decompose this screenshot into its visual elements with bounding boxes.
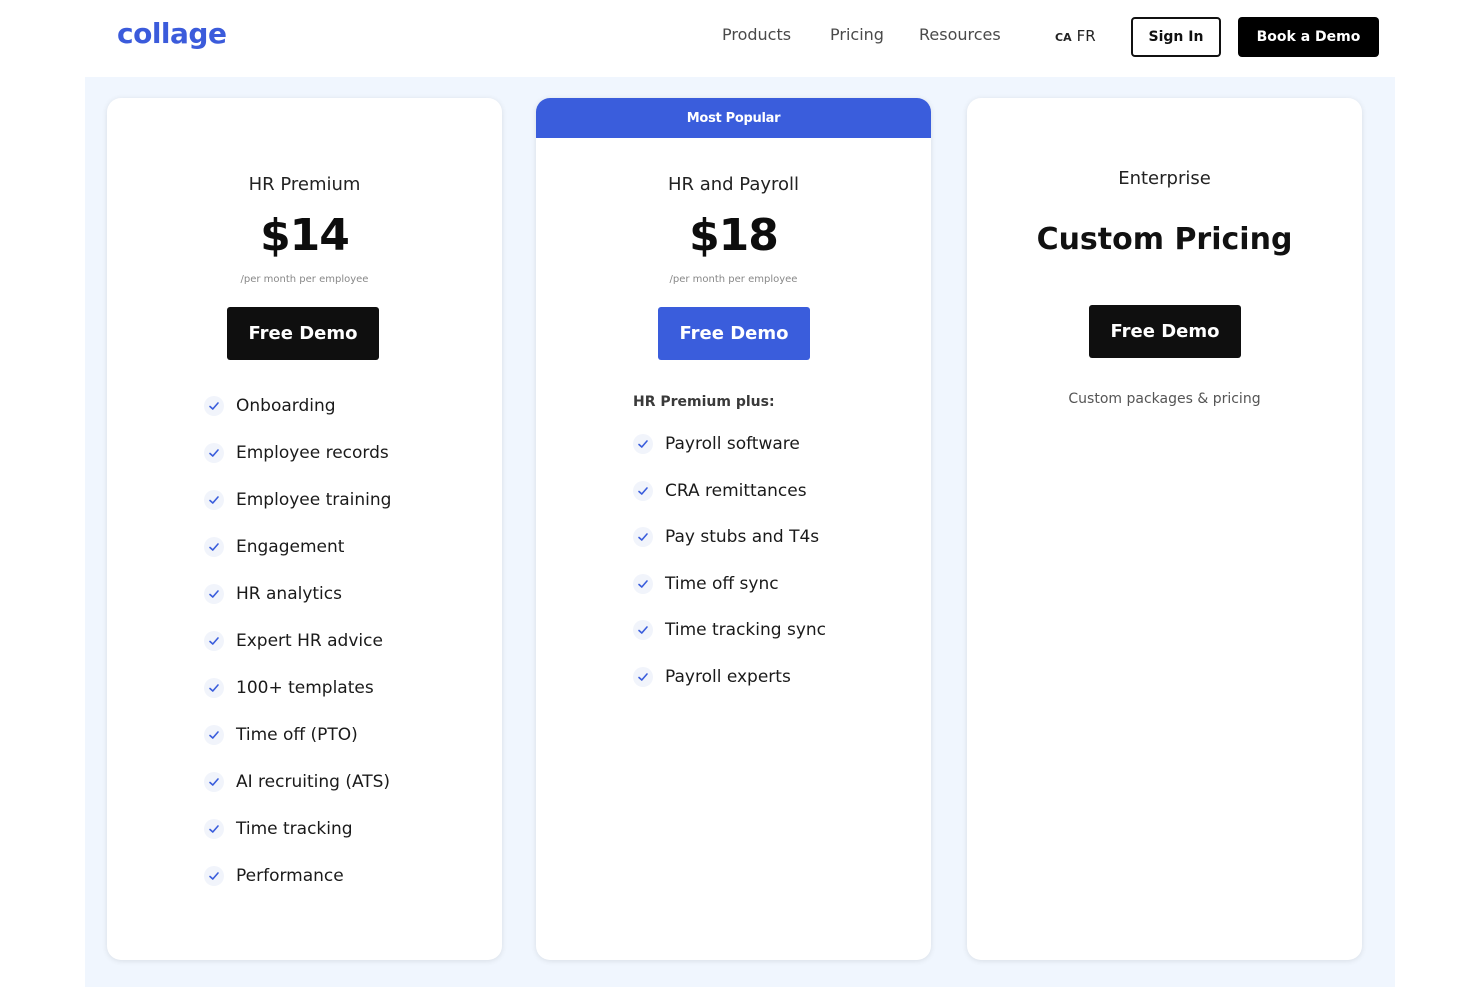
plan-card-hr-and-payroll: Most Popular HR and Payroll $18 /per mon… — [536, 98, 931, 960]
nav-products[interactable]: Products — [722, 25, 791, 44]
feature-item: Engagement — [204, 534, 344, 560]
plan-card-enterprise: Enterprise Custom Pricing Free Demo Cust… — [967, 98, 1362, 960]
feature-item: HR analytics — [204, 581, 342, 607]
feature-label: CRA remittances — [665, 480, 807, 501]
feature-label: AI recruiting (ATS) — [236, 772, 391, 792]
canada-flag-icon: CA — [1055, 31, 1072, 44]
checkmark-icon — [633, 573, 653, 594]
feature-item: Time off (PTO) — [204, 722, 358, 748]
custom-packages-note: Custom packages & pricing — [1068, 391, 1261, 407]
feature-item: CRA remittances — [633, 478, 807, 504]
language-switcher[interactable]: CA FR — [1055, 26, 1096, 45]
free-demo-button[interactable]: Free Demo — [1089, 305, 1241, 358]
feature-label: Time off sync — [665, 573, 779, 594]
feature-label: Employee training — [236, 490, 392, 510]
checkmark-icon — [633, 527, 653, 548]
plan-price: $14 — [260, 210, 350, 261]
feature-label: Performance — [236, 866, 344, 886]
feature-label: Employee records — [236, 443, 389, 463]
feature-label: Payroll software — [665, 434, 800, 454]
checkmark-icon — [204, 443, 224, 463]
sign-in-button[interactable]: Sign In — [1131, 17, 1221, 57]
feature-label: Time tracking — [236, 819, 353, 839]
most-popular-badge: Most Popular — [536, 98, 931, 138]
plan-price: Custom Pricing — [1036, 222, 1293, 257]
feature-label: 100+ templates — [236, 678, 374, 698]
free-demo-button[interactable]: Free Demo — [658, 307, 810, 360]
checkmark-icon — [633, 620, 653, 641]
checkmark-icon — [204, 396, 224, 416]
checkmark-icon — [204, 631, 224, 651]
feature-label: HR analytics — [236, 584, 342, 604]
feature-item: AI recruiting (ATS) — [204, 769, 390, 795]
feature-item: Performance — [204, 863, 344, 889]
checkmark-icon — [633, 434, 653, 454]
checkmark-icon — [204, 584, 224, 604]
checkmark-icon — [204, 819, 224, 839]
feature-item: Employee training — [204, 487, 391, 513]
feature-item: Time tracking sync — [633, 617, 826, 643]
feature-label: Time off (PTO) — [236, 725, 358, 745]
checkmark-icon — [633, 480, 653, 501]
free-demo-button[interactable]: Free Demo — [227, 307, 379, 360]
feature-label: Onboarding — [236, 396, 336, 416]
plan-card-hr-premium: HR Premium $14 /per month per employee F… — [107, 98, 502, 960]
feature-item: Pay stubs and T4s — [633, 524, 819, 550]
feature-item: Expert HR advice — [204, 628, 383, 654]
feature-item: 100+ templates — [204, 675, 374, 701]
feature-item: Time off sync — [633, 571, 779, 597]
language-code: FR — [1076, 27, 1096, 45]
plan-price: $18 — [689, 210, 779, 261]
feature-item: Employee records — [204, 440, 389, 466]
feature-label: Expert HR advice — [236, 631, 383, 651]
nav-pricing[interactable]: Pricing — [830, 25, 884, 44]
checkmark-icon — [204, 537, 224, 557]
checkmark-icon — [204, 490, 224, 510]
plan-name: Enterprise — [1118, 168, 1211, 189]
plan-name: HR Premium — [248, 174, 361, 195]
checkmark-icon — [204, 866, 224, 886]
checkmark-icon — [204, 772, 224, 792]
feature-item: Payroll software — [633, 431, 800, 457]
feature-label: Payroll experts — [665, 667, 791, 687]
feature-label: Time tracking sync — [665, 620, 827, 641]
checkmark-icon — [204, 678, 224, 698]
plan-price-subtitle: /per month per employee — [669, 274, 798, 285]
feature-label: Pay stubs and T4s — [665, 527, 820, 548]
plan-price-subtitle: /per month per employee — [240, 274, 369, 285]
plan-name: HR and Payroll — [667, 174, 800, 195]
book-demo-button[interactable]: Book a Demo — [1238, 17, 1379, 57]
feature-item: Time tracking — [204, 816, 353, 842]
nav-resources[interactable]: Resources — [919, 25, 1001, 44]
checkmark-icon — [633, 667, 653, 687]
includes-label: HR Premium plus: — [633, 394, 775, 410]
feature-item: Onboarding — [204, 393, 336, 419]
feature-label: Engagement — [236, 537, 345, 557]
collage-logo[interactable]: collage — [117, 17, 227, 50]
site-header: collage Products Pricing Resources CA FR … — [0, 0, 1480, 76]
checkmark-icon — [204, 725, 224, 745]
feature-item: Payroll experts — [633, 664, 791, 690]
